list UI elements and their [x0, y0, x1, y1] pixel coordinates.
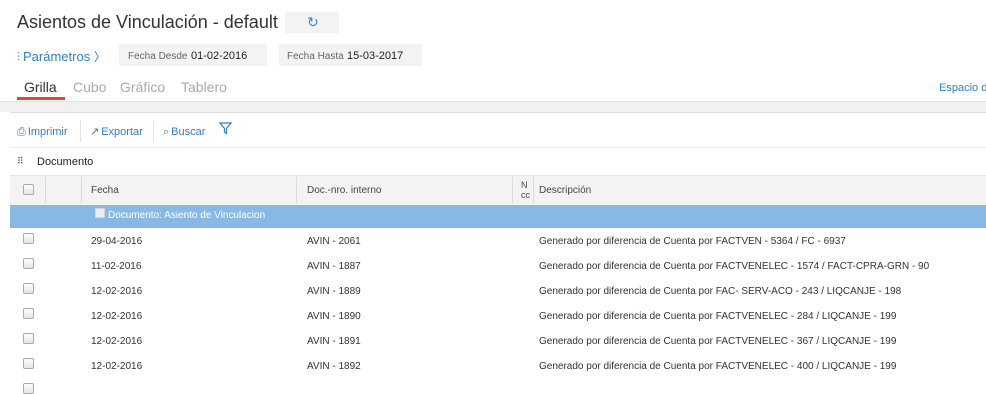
tab-cubo[interactable]: Cubo — [73, 79, 106, 95]
sliders-icon: ⫶ — [17, 50, 21, 64]
cell-descripcion: Generado por diferencia de Cuenta por FA… — [539, 286, 902, 297]
row-checkbox[interactable] — [23, 308, 34, 319]
cell-doc: AVIN - 1887 — [307, 261, 361, 272]
row-checkbox[interactable] — [23, 383, 34, 394]
cell-descripcion: Generado por diferencia de Cuenta por FA… — [539, 336, 897, 347]
row-checkbox[interactable] — [23, 333, 34, 344]
cell-fecha: 12-02-2016 — [91, 286, 143, 297]
column-separator — [296, 177, 297, 203]
grid-header — [10, 175, 986, 206]
print-label: Imprimir — [27, 126, 68, 138]
column-header-nro-top[interactable]: N — [521, 180, 528, 190]
column-header-doc[interactable]: Doc.-nro. interno — [307, 185, 381, 196]
date-from-label: Fecha Desde — [128, 51, 188, 62]
date-to-field[interactable]: Fecha Hasta 15-03-2017 — [279, 44, 422, 66]
tab-grilla[interactable]: Grilla — [24, 79, 57, 95]
toolbar-separator — [80, 120, 81, 142]
toolbar-bottom-border — [10, 147, 986, 148]
cell-doc: AVIN - 1892 — [307, 361, 361, 372]
filter-icon[interactable] — [218, 122, 233, 140]
cell-doc: AVIN - 1890 — [307, 311, 361, 322]
column-header-descripcion[interactable]: Descripción — [539, 185, 591, 196]
tab-grafico[interactable]: Gráfico — [120, 79, 165, 95]
active-tab-indicator — [17, 97, 65, 100]
grouping-label: Documento — [37, 156, 94, 168]
column-separator — [45, 177, 46, 203]
export-button[interactable]: ↗ Exportar — [90, 125, 143, 138]
parameters-button[interactable]: ⫶ Parámetros 〉 — [17, 48, 106, 65]
cell-doc: AVIN - 2061 — [307, 236, 361, 247]
date-to-label: Fecha Hasta — [287, 51, 344, 62]
toolbar-separator — [153, 120, 154, 142]
espacio-link[interactable]: Espacio d — [939, 82, 986, 94]
cell-doc: AVIN - 1889 — [307, 286, 361, 297]
column-separator — [533, 177, 534, 203]
cell-fecha: 12-02-2016 — [91, 336, 143, 347]
refresh-icon: ↻ — [307, 14, 319, 30]
column-separator — [81, 177, 82, 203]
export-label: Exportar — [101, 126, 143, 138]
search-button[interactable]: ⌕ Buscar — [163, 125, 205, 139]
cell-fecha: 12-02-2016 — [91, 311, 143, 322]
column-header-fecha[interactable]: Fecha — [91, 185, 119, 196]
select-all-checkbox[interactable] — [23, 184, 34, 195]
column-header-nro-bottom: cc — [521, 190, 530, 200]
page-title: Asientos de Vinculación - default — [17, 12, 278, 32]
row-checkbox[interactable] — [23, 233, 34, 244]
search-label: Buscar — [171, 126, 206, 138]
date-from-value: 01-02-2016 — [191, 50, 248, 62]
cell-doc: AVIN - 1891 — [307, 336, 361, 347]
column-separator — [512, 177, 513, 203]
search-icon: ⌕ — [163, 125, 170, 138]
group-row-label: Documento: Asiento de Vinculacion — [108, 210, 266, 221]
row-checkbox[interactable] — [23, 358, 34, 369]
cell-fecha: 29-04-2016 — [91, 236, 143, 247]
toolbar-gap — [0, 102, 986, 112]
row-checkbox[interactable] — [23, 283, 34, 294]
tab-tablero[interactable]: Tablero — [181, 79, 227, 95]
refresh-button[interactable]: ↻ — [285, 12, 339, 33]
cell-fecha: 12-02-2016 — [91, 361, 143, 372]
cell-descripcion: Generado por diferencia de Cuenta por FA… — [539, 261, 930, 272]
parameters-label: Parámetros — [23, 49, 91, 64]
cell-fecha: 11-02-2016 — [91, 261, 142, 272]
grid-icon[interactable]: ⠿ — [17, 157, 24, 167]
row-checkbox[interactable] — [23, 258, 34, 269]
group-collapse-toggle[interactable] — [95, 208, 105, 218]
toolbar-border — [10, 112, 986, 113]
cell-descripcion: Generado por diferencia de Cuenta por FA… — [539, 236, 846, 247]
date-from-field[interactable]: Fecha Desde 01-02-2016 — [119, 44, 267, 66]
cell-descripcion: Generado por diferencia de Cuenta por FA… — [539, 361, 897, 372]
cell-descripcion: Generado por diferencia de Cuenta por FA… — [539, 311, 897, 322]
export-icon: ↗ — [90, 125, 100, 138]
print-button[interactable]: ⎙ Imprimir — [17, 125, 68, 139]
chevron-right-icon: 〉 — [93, 50, 106, 64]
date-to-value: 15-03-2017 — [347, 50, 404, 62]
printer-icon: ⎙ — [17, 125, 26, 138]
